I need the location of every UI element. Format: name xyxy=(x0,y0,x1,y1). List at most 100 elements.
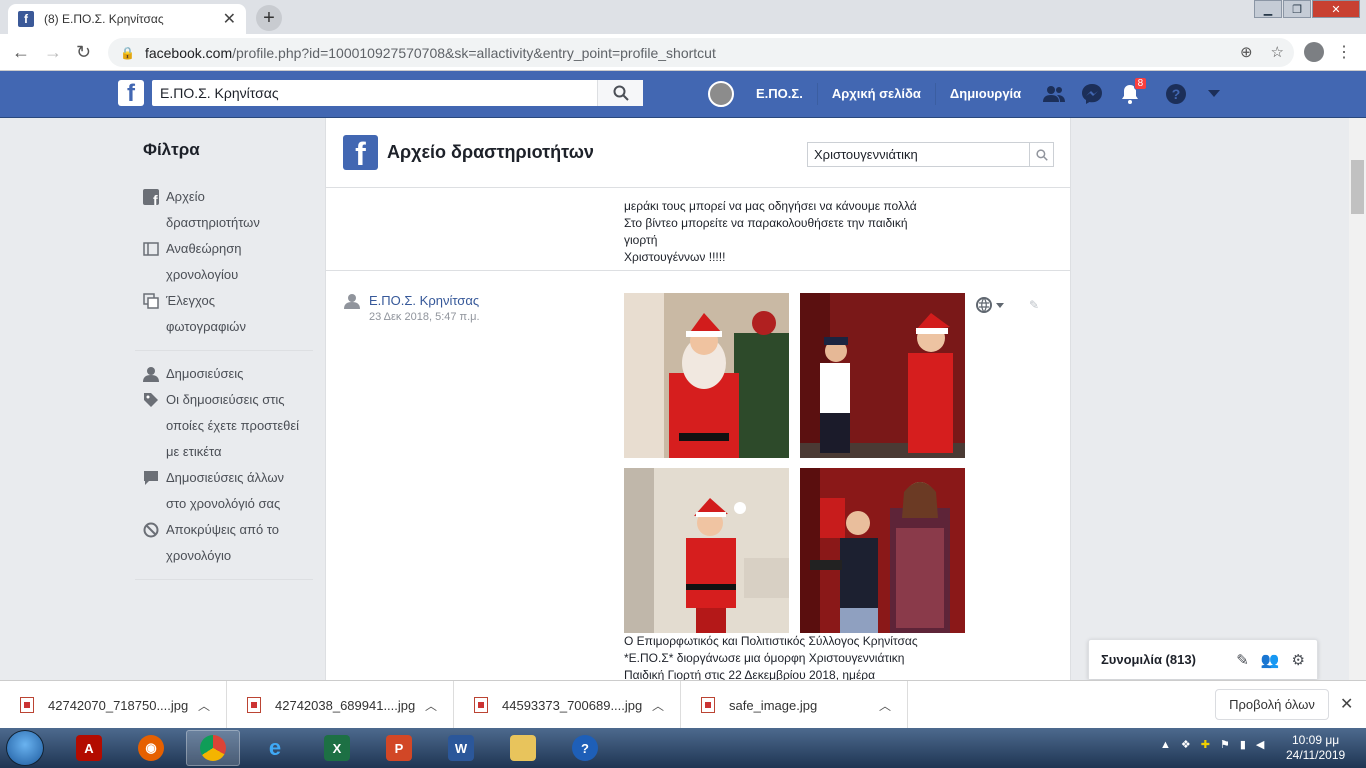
chat-settings-gear-icon[interactable]: ⚙ xyxy=(1292,651,1305,669)
firefox-taskbar-icon[interactable]: ◉ xyxy=(124,730,178,766)
back-icon[interactable]: ← xyxy=(12,42,30,63)
previous-post-text: μεράκι τους μπορεί να μας οδηγήσει να κά… xyxy=(624,199,917,264)
messenger-icon[interactable] xyxy=(1079,81,1105,107)
tab-title: (8) Ε.ΠΟ.Σ. Κρηνίτσας xyxy=(44,12,164,26)
search-icon xyxy=(1035,148,1048,161)
friend-requests-icon[interactable] xyxy=(1041,81,1067,107)
taskbar-clock[interactable]: 10:09 μμ 24/11/2019 xyxy=(1286,733,1345,763)
browser-profile-avatar[interactable] xyxy=(1304,42,1324,62)
help-taskbar-icon[interactable]: ? xyxy=(558,730,612,766)
chevron-up-icon[interactable]: ︿ xyxy=(198,697,210,714)
new-message-icon[interactable]: ✎ xyxy=(1236,651,1249,669)
chrome-taskbar-icon[interactable] xyxy=(186,730,240,766)
help-icon[interactable]: ? xyxy=(1163,81,1189,107)
facebook-logo[interactable]: f xyxy=(118,80,144,106)
post-author-link[interactable]: Ε.ΠΟ.Σ. Κρηνίτσας xyxy=(369,293,480,308)
close-window-button[interactable]: ✕ xyxy=(1312,0,1360,18)
chevron-up-icon[interactable]: ︿ xyxy=(425,697,437,714)
filter-tagged-posts[interactable]: Οι δημοσιεύσεις στις οποίες έχετε προστεθ… xyxy=(135,387,313,465)
notifications-icon[interactable]: 8 xyxy=(1117,77,1148,107)
filter-timeline-review[interactable]: Αναθεώρηση χρονολογίου xyxy=(135,236,313,288)
page-scrollbar[interactable] xyxy=(1349,118,1366,680)
search-button[interactable] xyxy=(597,80,643,106)
post-photo[interactable] xyxy=(624,293,789,458)
facebook-search-field[interactable]: Ε.ΠΟ.Σ. Κρηνίτσας xyxy=(152,80,643,106)
post-date[interactable]: 23 Δεκ 2018, 5:47 π.μ. xyxy=(369,311,480,323)
restore-button[interactable]: ❐ xyxy=(1283,0,1311,18)
group-chat-icon[interactable]: 👥 xyxy=(1261,651,1280,669)
image-file-icon xyxy=(247,697,261,713)
facebook-search-value: Ε.ΠΟ.Σ. Κρηνίτσας xyxy=(160,85,279,101)
scrollbar-thumb[interactable] xyxy=(1351,160,1364,214)
new-tab-button[interactable]: + xyxy=(256,5,282,31)
windows-start-button[interactable] xyxy=(6,730,44,766)
browser-tab[interactable]: f (8) Ε.ΠΟ.Σ. Κρηνίτσας ✕ xyxy=(8,4,246,34)
zoom-icon[interactable]: ⊕ xyxy=(1240,43,1253,61)
create-link[interactable]: Δημιουργία xyxy=(936,83,1035,105)
tab-close-icon[interactable]: ✕ xyxy=(223,9,236,29)
post-photo[interactable] xyxy=(624,468,789,633)
powerpoint-taskbar-icon[interactable]: P xyxy=(372,730,426,766)
photos-icon xyxy=(143,293,159,309)
post-photo[interactable] xyxy=(800,468,965,633)
post-photo[interactable] xyxy=(800,293,965,458)
timeline-icon xyxy=(143,242,159,256)
dropbox-icon[interactable]: ❖ xyxy=(1181,738,1191,751)
activity-search-value: Χριστουγεννιάτικη xyxy=(814,147,918,162)
image-file-icon xyxy=(701,697,715,713)
url-text: facebook.com/profile.php?id=100010927570… xyxy=(144,44,716,61)
volume-icon[interactable]: ◀ xyxy=(1256,738,1264,751)
filter-hidden-from-timeline[interactable]: Αποκρύψεις από το χρονολόγιο xyxy=(135,517,313,569)
word-taskbar-icon[interactable]: W xyxy=(434,730,488,766)
chevron-up-icon[interactable]: ︿ xyxy=(879,697,891,714)
bookmark-star-icon[interactable]: ☆ xyxy=(1271,43,1284,61)
facebook-icon: f xyxy=(143,189,159,205)
close-downloads-icon[interactable]: ✕ xyxy=(1340,694,1353,714)
download-item[interactable]: 42742038_689941....jpg ︿ xyxy=(227,681,454,729)
filter-photo-review[interactable]: Έλεγχος φωτογραφιών xyxy=(135,288,313,340)
filter-activity-log[interactable]: f Αρχείο δραστηριοτήτων xyxy=(135,184,313,236)
svg-text:?: ? xyxy=(1172,86,1181,102)
downloads-bar: 42742070_718750....jpg ︿ 42742038_689941… xyxy=(0,680,1366,729)
url-field[interactable]: 🔒 facebook.com/profile.php?id=1000109275… xyxy=(108,38,1294,67)
activity-log-facebook-icon: f xyxy=(343,135,378,170)
account-menu-icon[interactable] xyxy=(1201,81,1227,107)
reload-icon[interactable]: ↻ xyxy=(76,42,91,63)
filter-others-posts[interactable]: Δημοσιεύσεις άλλων στο χρονολόγιό σας xyxy=(135,465,313,517)
download-item[interactable]: 44593373_700689....jpg ︿ xyxy=(454,681,681,729)
activity-search-field[interactable]: Χριστουγεννιάτικη xyxy=(807,142,1054,167)
facebook-favicon-icon: f xyxy=(18,11,34,27)
action-center-flag-icon[interactable]: ⚑ xyxy=(1220,738,1230,751)
hidden-icon xyxy=(143,522,159,538)
tag-icon xyxy=(144,393,158,407)
acrobat-taskbar-icon[interactable]: A xyxy=(62,730,116,766)
profile-link[interactable]: Ε.ΠΟ.Σ. xyxy=(742,83,818,105)
home-link[interactable]: Αρχική σελίδα xyxy=(818,83,936,105)
download-item[interactable]: safe_image.jpg ︿ xyxy=(681,681,908,729)
address-bar-row: ← → ↻ 🔒 facebook.com/profile.php?id=1000… xyxy=(0,34,1366,71)
window-controls: ▁ ❐ ✕ xyxy=(1253,0,1360,18)
chevron-up-icon[interactable]: ︿ xyxy=(652,697,664,714)
internet-explorer-taskbar-icon[interactable]: e xyxy=(248,730,302,766)
person-icon xyxy=(344,294,360,309)
activity-search-button[interactable] xyxy=(1029,143,1053,166)
network-icon[interactable]: ▮ xyxy=(1240,738,1246,751)
system-tray: ▲ ❖ ✚ ⚑ ▮ ◀ xyxy=(1160,738,1264,752)
download-item[interactable]: 42742070_718750....jpg ︿ xyxy=(0,681,227,729)
minimize-button[interactable]: ▁ xyxy=(1254,0,1282,18)
show-all-downloads-button[interactable]: Προβολή όλων xyxy=(1215,689,1329,720)
filter-posts[interactable]: Δημοσιεύσεις xyxy=(135,361,313,387)
excel-taskbar-icon[interactable]: X xyxy=(310,730,364,766)
file-explorer-taskbar-icon[interactable] xyxy=(496,730,550,766)
chat-sidebar-tab[interactable]: Συνομιλία (813) ✎ 👥 ⚙ xyxy=(1088,639,1318,679)
tray-expand-icon[interactable]: ▲ xyxy=(1160,739,1171,751)
browser-menu-icon[interactable]: ⋮ xyxy=(1336,42,1352,62)
browser-tab-strip: f (8) Ε.ΠΟ.Σ. Κρηνίτσας ✕ + ▁ ❐ ✕ xyxy=(0,0,1366,34)
profile-avatar[interactable] xyxy=(708,81,734,107)
globe-icon[interactable] xyxy=(976,297,1006,316)
facebook-top-bar: f Ε.ΠΟ.Σ. Κρηνίτσας Ε.ΠΟ.Σ. Αρχική σελίδ… xyxy=(0,71,1366,118)
tray-plus-icon[interactable]: ✚ xyxy=(1201,738,1210,751)
forward-icon[interactable]: → xyxy=(44,42,62,63)
activity-log-panel: f Αρχείο δραστηριοτήτων Χριστουγεννιάτικ… xyxy=(325,118,1071,680)
edit-pencil-icon[interactable]: ✎ xyxy=(1029,298,1039,312)
